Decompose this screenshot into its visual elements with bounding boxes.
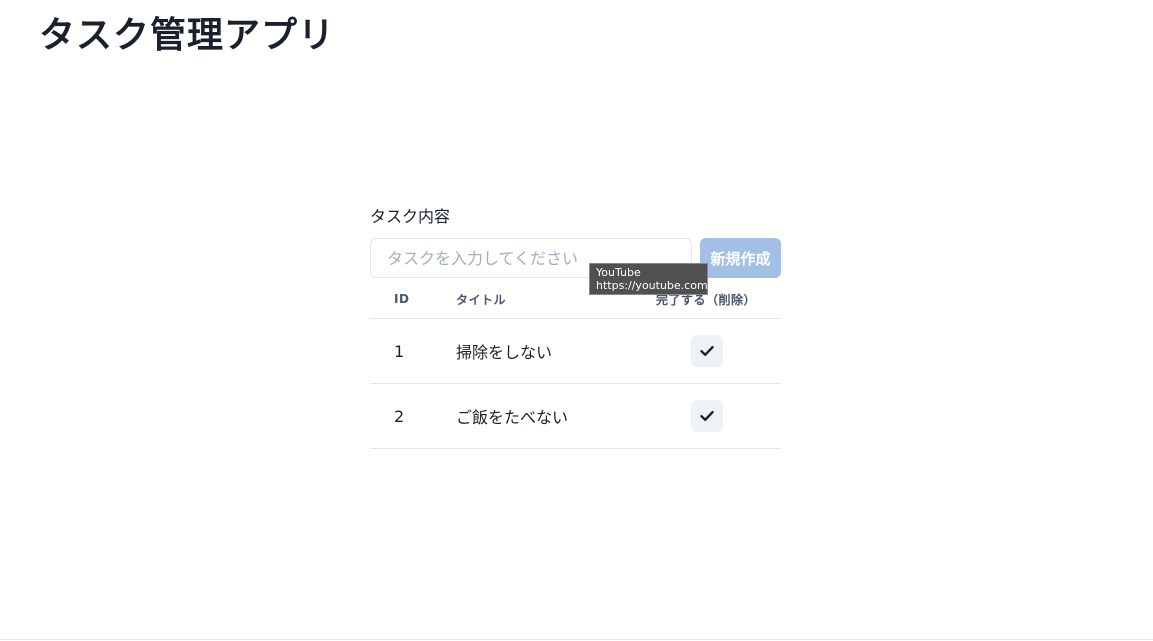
task-id: 2 — [370, 383, 456, 449]
link-tooltip: YouTube https://youtube.com — [589, 263, 708, 295]
task-title: ご飯をたべない — [456, 383, 656, 449]
header-id: ID — [370, 280, 456, 319]
table-row: 2 ご飯をたべない — [370, 383, 781, 449]
check-icon — [700, 411, 714, 421]
complete-task-button[interactable] — [691, 400, 723, 432]
task-title: 掃除をしない — [456, 318, 656, 384]
task-table: ID タイトル 完了する（削除） 1 掃除をしない 2 ご飯をたべない — [370, 280, 781, 449]
app-title: タスク管理アプリ — [39, 15, 336, 56]
tooltip-url: https://youtube.com — [596, 279, 708, 292]
task-id: 1 — [370, 318, 456, 384]
create-task-button[interactable]: 新規作成 — [700, 238, 781, 278]
page: タスク管理アプリ タスク内容 新規作成 ID タイトル 完了する（削除） 1 掃… — [0, 0, 1153, 641]
table-header-row: ID タイトル 完了する（削除） — [370, 280, 781, 319]
bottom-divider — [0, 639, 1153, 640]
task-content-label: タスク内容 — [370, 207, 451, 226]
tooltip-title: YouTube — [596, 266, 641, 279]
table-row: 1 掃除をしない — [370, 318, 781, 384]
check-icon — [700, 346, 714, 356]
complete-task-button[interactable] — [691, 335, 723, 367]
